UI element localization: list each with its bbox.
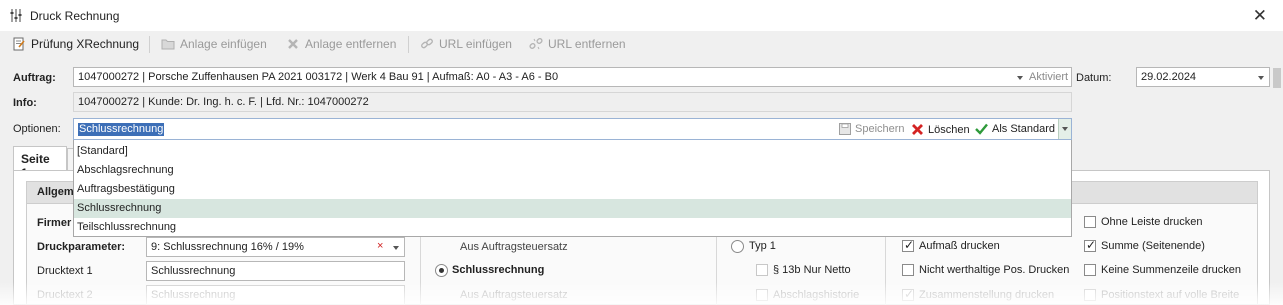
typ1-radio[interactable] [731,240,744,253]
drucktext2-label: Drucktext 2 [37,289,93,301]
pruefung-label: Prüfung XRechnung [31,37,140,51]
url-einfuegen-label: URL einfügen [439,37,512,51]
firmen-label: Firmer [37,217,72,229]
datum-label: Datum: [1076,72,1112,84]
scrollbar-thumb[interactable] [1273,68,1281,88]
list-item-selected[interactable]: Schlussrechnung [74,199,1071,218]
auftrag-status: Aktiviert [1029,71,1069,83]
optionen-dropdown-list: [Standard] Abschlagsrechnung Auftragsbes… [73,140,1072,237]
speichern-label: Speichern [855,123,905,135]
summe-label: Summe (Seitenende) [1101,240,1205,252]
speichern-button[interactable]: Speichern [839,123,905,135]
close-icon[interactable]: ✕ [1253,7,1267,24]
delete-x-icon [912,124,923,135]
als-standard-button[interactable]: Als Standard [975,123,1055,135]
info-label: Info: [13,97,37,109]
nicht-werthaltige-checkbox[interactable] [902,264,914,276]
checkmark-icon [975,123,988,135]
url-einfuegen-button[interactable]: URL einfügen [420,35,512,53]
typ1-label: Typ 1 [749,240,776,252]
url-entfernen-label: URL entfernen [548,37,626,51]
toolbar-divider [408,36,409,53]
p13b-checkbox[interactable] [756,264,768,276]
list-item[interactable]: Auftragsbestätigung [74,180,1071,199]
list-item[interactable]: Abschlagsrechnung [74,161,1071,180]
aus-auftragsteuersatz-text: Aus Auftragsteuersatz [460,241,568,253]
unlink-icon [529,37,543,50]
info-value: 1047000272 | Kunde: Dr. Ing. h. c. F. | … [78,96,369,108]
pruefung-xrechnung-button[interactable]: Prüfung XRechnung [12,35,139,53]
url-entfernen-button[interactable]: URL entfernen [529,35,626,53]
als-standard-label: Als Standard [992,123,1055,135]
nicht-werthaltige-label: Nicht werthaltige Pos. Drucken [919,264,1070,276]
toolbar: Prüfung XRechnung Anlage einfügen Anlage… [0,31,1283,57]
anlage-entfernen-button[interactable]: Anlage entfernen [286,35,396,53]
datum-picker[interactable]: 29.02.2024 [1136,67,1270,87]
keine-summenzeile-label: Keine Summenzeile drucken [1101,264,1242,276]
clear-x-icon[interactable]: × [377,240,383,252]
chevron-down-icon[interactable] [1258,76,1264,80]
optionen-dropdown-button[interactable] [1058,119,1071,139]
abschlagshistorie-checkbox[interactable] [756,289,768,301]
drucktext1-input[interactable]: Schlussrechnung [146,261,405,281]
info-field: 1047000272 | Kunde: Dr. Ing. h. c. F. | … [73,92,1072,112]
positionstext-label: Positionstext auf volle Breite [1101,289,1240,301]
drucktext2-input[interactable]: Schlussrechnung [146,285,405,305]
drucktext1-label: Drucktext 1 [37,265,93,277]
ohne-leiste-checkbox[interactable] [1084,216,1096,228]
auftrag-label: Auftrag: [13,72,56,84]
datum-value: 29.02.2024 [1141,71,1197,83]
keine-summenzeile-checkbox[interactable] [1084,264,1096,276]
title-bar: Druck Rechnung ✕ [0,0,1283,31]
druckparameter-value: 9: Schlussrechnung 16% / 19% [151,241,304,253]
zusammenstellung-label: Zusammenstellung drucken [919,289,1055,301]
druckparameter-combobox[interactable]: 9: Schlussrechnung 16% / 19% × [146,237,405,257]
auftrag-value: 1047000272 | Porsche Zuffenhausen PA 202… [78,71,559,83]
remove-x-icon [288,39,298,49]
druckparameter-label: Druckparameter: [37,241,126,253]
drucktext1-value: Schlussrechnung [151,265,236,277]
loeschen-button[interactable]: Löschen [911,123,970,136]
anlage-entfernen-label: Anlage entfernen [305,37,397,51]
link-icon [421,38,433,49]
tab-seite-1[interactable]: Seite 1 [13,146,67,180]
window-title: Druck Rechnung [30,9,120,23]
print-invoice-window: Druck Rechnung ✕ Prüfung XRechnung Anlag… [0,0,1283,305]
aufmass-checkbox[interactable] [902,238,914,252]
aus-auftragsteuersatz-text-2: Aus Auftragsteuersatz [460,289,568,301]
document-check-icon [13,37,25,51]
abschlagshistorie-label: Abschlagshistorie [773,289,860,301]
anlage-einfuegen-button[interactable]: Anlage einfügen [161,35,267,53]
ohne-leiste-label: Ohne Leiste drucken [1101,216,1203,228]
anlage-einfuegen-label: Anlage einfügen [180,37,267,51]
auftrag-combobox[interactable]: 1047000272 | Porsche Zuffenhausen PA 202… [73,67,1072,87]
aufmass-label: Aufmaß drucken [919,240,1000,252]
list-item[interactable]: Teilschlussrechnung [74,218,1071,237]
sliders-icon [10,9,22,22]
chevron-down-icon [1062,127,1068,131]
schlussrechnung-radio-label: Schlussrechnung [452,264,545,276]
p13b-label: § 13b Nur Netto [773,264,851,276]
optionen-label: Optionen: [13,123,61,135]
drucktext2-value: Schlussrechnung [151,289,236,301]
chevron-down-icon[interactable] [1017,76,1023,80]
list-item[interactable]: [Standard] [74,142,1071,161]
folder-icon [161,39,175,50]
loeschen-label: Löschen [928,123,970,136]
optionen-combobox[interactable]: Schlussrechnung Speichern Löschen Als St… [73,118,1072,140]
zusammenstellung-checkbox[interactable] [902,287,914,301]
toolbar-divider [149,36,150,53]
group-title: Allgem [37,186,74,198]
schlussrechnung-radio[interactable] [435,264,448,277]
summe-checkbox[interactable] [1084,238,1096,252]
optionen-value[interactable]: Schlussrechnung [78,123,165,136]
positionstext-checkbox[interactable] [1084,289,1096,301]
save-icon [839,123,851,135]
scrollbar[interactable] [1271,66,1283,305]
chevron-down-icon[interactable] [393,246,399,250]
